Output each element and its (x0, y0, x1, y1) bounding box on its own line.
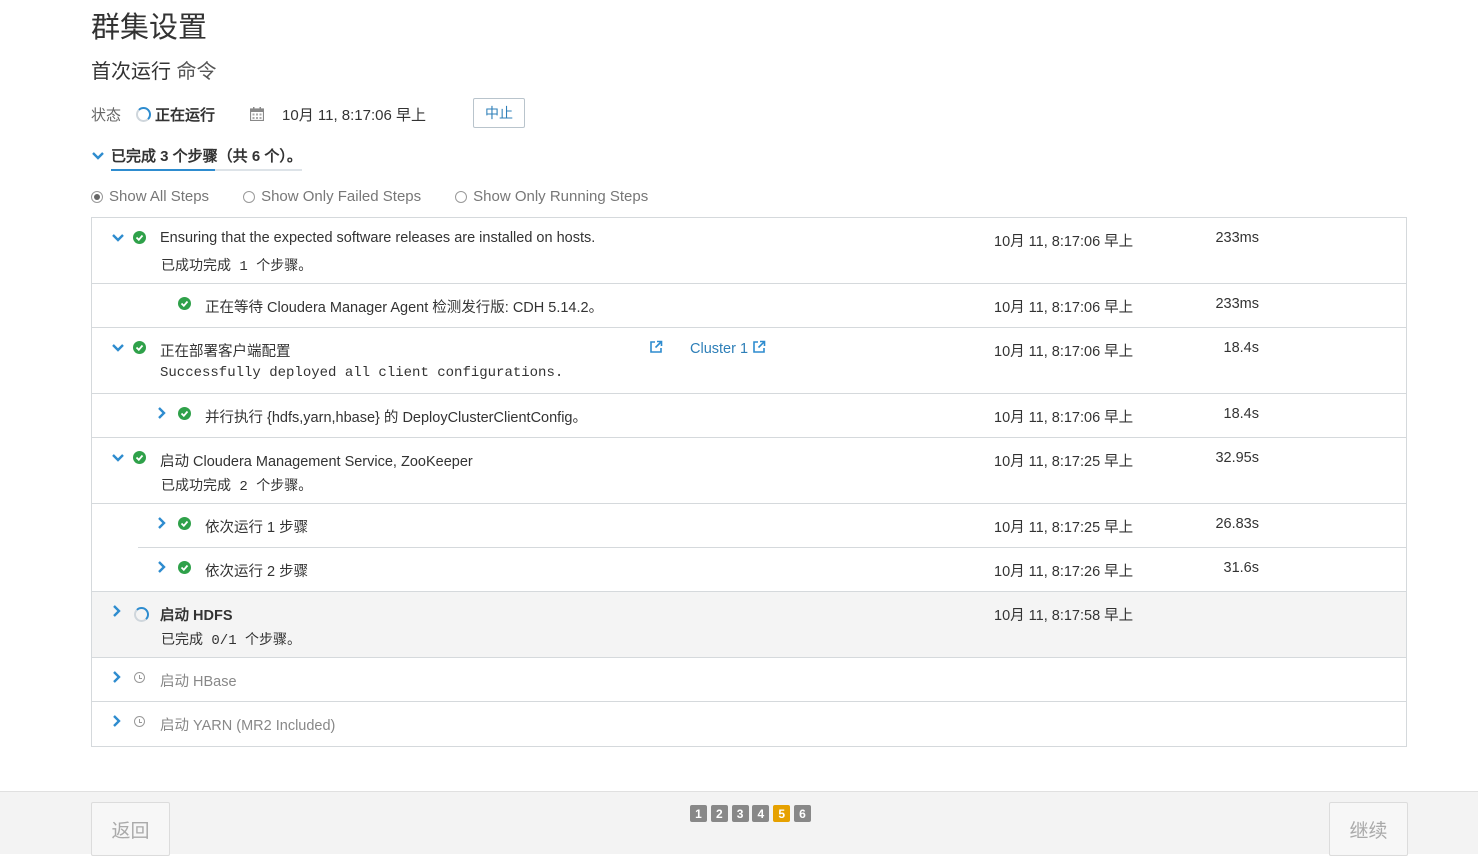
step-time: 10月 11, 8:17:25 早上 (994, 454, 1134, 470)
filter-failed-steps-label: Show Only Failed Steps (261, 188, 422, 205)
step-duration: 233ms (1215, 296, 1259, 312)
clock-icon (134, 672, 145, 683)
step-row: 启动 HBase (92, 658, 1406, 702)
sub-step-row: 正在等待 Cloudera Manager Agent 检测发行版: CDH 5… (92, 284, 1406, 328)
check-circle-icon (178, 517, 191, 530)
step-name: 依次运行 1 步骤 (205, 520, 309, 536)
page-subtitle: 首次运行 命令 (91, 55, 217, 84)
step-name: 启动 HDFS (160, 608, 233, 624)
step-time: 10月 11, 8:17:06 早上 (994, 410, 1134, 426)
step-duration: 31.6s (1223, 560, 1259, 576)
filter-all-steps-label: Show All Steps (109, 188, 210, 205)
step-detail: 已成功完成 2 个步骤。 (161, 477, 313, 495)
step-filters: Show All Steps Show Only Failed Steps Sh… (91, 188, 682, 205)
chevron-right-icon[interactable] (110, 604, 124, 618)
step-row: 启动 Cloudera Management Service, ZooKeepe… (92, 438, 1406, 504)
chevron-right-icon[interactable] (110, 714, 124, 728)
page-indicator: 4 (752, 805, 770, 822)
page-title: 群集设置 (91, 12, 208, 44)
filter-all-steps[interactable]: Show All Steps (91, 188, 209, 205)
radio-running-steps[interactable] (455, 190, 468, 203)
step-name: 启动 HBase (160, 674, 237, 690)
step-duration: 18.4s (1223, 406, 1259, 422)
step-time: 10月 11, 8:17:06 早上 (994, 234, 1134, 250)
clock-icon (134, 716, 145, 727)
step-duration: 18.4s (1223, 340, 1259, 356)
step-name: 依次运行 2 步骤 (205, 564, 309, 580)
status-label: 状态 (91, 106, 122, 124)
step-duration: 233ms (1215, 230, 1259, 246)
steps-table: Ensuring that the expected software rele… (91, 217, 1407, 747)
step-name: 并行执行 {hdfs,yarn,hbase} 的 DeployClusterCl… (205, 410, 587, 426)
chevron-down-icon[interactable] (111, 231, 125, 245)
running-spinner-icon (136, 106, 152, 122)
step-name: 正在部署客户端配置 (160, 344, 291, 360)
step-time: 10月 11, 8:17:26 早上 (994, 564, 1134, 580)
chevron-down-icon[interactable] (111, 451, 125, 465)
step-name: 正在等待 Cloudera Manager Agent 检测发行版: CDH 5… (205, 300, 604, 316)
check-circle-icon (178, 561, 191, 574)
step-detail: 已成功完成 1 个步骤。 (161, 257, 313, 275)
step-row: 启动 HDFS 已完成 0/1 个步骤。 10月 11, 8:17:58 早上 (92, 592, 1406, 658)
chevron-down-icon[interactable] (111, 341, 125, 355)
step-row: 启动 YARN (MR2 Included) (92, 702, 1406, 746)
back-button[interactable]: 返回 (91, 802, 170, 856)
sub-step-row: 依次运行 2 步骤 10月 11, 8:17:26 早上 31.6s (92, 548, 1406, 592)
status-time: 10月 11, 8:17:06 早上 (282, 106, 427, 124)
step-row: 正在部署客户端配置 Cluster 1 Successfully deploye… (92, 328, 1406, 394)
filter-running-steps-label: Show Only Running Steps (473, 188, 649, 205)
external-link-icon (753, 340, 766, 353)
step-time: 10月 11, 8:17:25 早上 (994, 520, 1134, 536)
chevron-down-icon (91, 149, 105, 167)
page-indicator: 2 (710, 805, 728, 822)
chevron-right-icon[interactable] (110, 670, 124, 684)
calendar-icon (250, 107, 265, 121)
page-indicator: 1 (690, 805, 707, 822)
step-name: 启动 YARN (MR2 Included) (160, 718, 336, 734)
abort-button[interactable]: 中止 (473, 98, 525, 128)
continue-button[interactable]: 继续 (1329, 802, 1408, 856)
steps-summary-toggle[interactable]: 已完成 3 个步骤（共 6 个）。 (91, 145, 302, 171)
page-indicator-current: 5 (773, 805, 791, 822)
page-indicator: 3 (731, 805, 749, 822)
step-detail: Successfully deployed all client configu… (160, 365, 564, 381)
cluster-link[interactable]: Cluster 1 (690, 340, 766, 357)
steps-summary-text: 已完成 3 个步骤（共 6 个）。 (111, 145, 302, 171)
sub-step-row: 并行执行 {hdfs,yarn,hbase} 的 DeployClusterCl… (92, 394, 1406, 438)
external-link-icon[interactable] (649, 340, 663, 354)
wizard-pager: 1 2 3 4 5 6 (690, 805, 815, 822)
check-circle-icon (133, 231, 146, 244)
radio-failed-steps[interactable] (243, 190, 256, 203)
step-name: Ensuring that the expected software rele… (160, 230, 596, 246)
step-row: Ensuring that the expected software rele… (92, 218, 1406, 284)
step-duration: 32.95s (1215, 450, 1259, 466)
step-name: 启动 Cloudera Management Service, ZooKeepe… (160, 454, 473, 470)
command-suffix: 命令 (171, 61, 217, 83)
step-time: 10月 11, 8:17:06 早上 (994, 344, 1134, 360)
running-spinner-icon (134, 607, 149, 622)
step-detail: 已完成 0/1 个步骤。 (161, 631, 302, 649)
filter-failed-steps[interactable]: Show Only Failed Steps (243, 188, 421, 205)
status-row: 状态 正在运行 10月 11, 8:17:06 早上 (91, 98, 426, 130)
check-circle-icon (133, 341, 146, 354)
chevron-right-icon[interactable] (155, 406, 169, 420)
sub-step-row: 依次运行 1 步骤 10月 11, 8:17:25 早上 26.83s (92, 504, 1406, 548)
check-circle-icon (178, 407, 191, 420)
check-circle-icon (178, 297, 191, 310)
command-name: 首次运行 (91, 61, 171, 83)
chevron-right-icon[interactable] (155, 516, 169, 530)
step-time: 10月 11, 8:17:58 早上 (994, 608, 1134, 624)
status-value: 正在运行 (155, 106, 216, 124)
check-circle-icon (133, 451, 146, 464)
filter-running-steps[interactable]: Show Only Running Steps (455, 188, 648, 205)
step-time: 10月 11, 8:17:06 早上 (994, 300, 1134, 316)
step-duration: 26.83s (1215, 516, 1259, 532)
wizard-footer: 返回 1 2 3 4 5 6 继续 (0, 791, 1478, 856)
chevron-right-icon[interactable] (155, 560, 169, 574)
page-indicator: 6 (793, 805, 811, 822)
radio-all-steps[interactable] (91, 190, 103, 203)
